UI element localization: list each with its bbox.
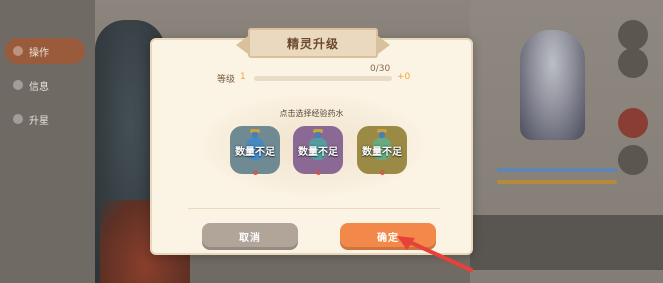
skill-card <box>470 215 663 270</box>
upgrade-dialog: 精灵升级 等级 1 0/30 +0 点击选择经验药水 数量不足 0 数量不足 0… <box>150 28 473 255</box>
sidebar-tab-label: 升星 <box>29 115 49 127</box>
potion-prompt: 点击选择经验药水 <box>279 109 344 118</box>
insufficient-label: 数量不足 <box>235 146 275 158</box>
side-tool-button[interactable] <box>618 48 648 78</box>
potion-count: 0 <box>253 169 258 177</box>
side-action-button[interactable] <box>618 108 648 138</box>
sidebar-tab-operate[interactable]: 操作 <box>5 38 85 64</box>
exp-progress-bar <box>254 76 392 81</box>
sidebar-tab-label: 信息 <box>29 81 49 93</box>
exp-potion-medium[interactable]: 数量不足 <box>293 126 343 174</box>
exp-potion-small[interactable]: 数量不足 <box>230 126 280 174</box>
character-portrait <box>520 30 585 140</box>
title-banner: 精灵升级 <box>236 28 390 58</box>
left-tab-panel: 操作 信息 升星 <box>0 0 95 283</box>
tab-icon <box>13 46 23 56</box>
level-gain: +0 <box>397 72 411 82</box>
side-menu-button[interactable] <box>618 145 648 175</box>
side-heart-button[interactable] <box>618 20 648 50</box>
pointer-arrow-icon <box>397 236 473 272</box>
sidebar-tab-label: 操作 <box>29 47 49 59</box>
tab-icon <box>13 114 23 124</box>
sidebar-tab-star-up[interactable]: 升星 <box>5 106 85 132</box>
level-label: 等级 <box>217 75 236 85</box>
tab-icon <box>13 80 23 90</box>
dialog-title: 精灵升级 <box>286 36 339 51</box>
exp-progress-text: 0/30 <box>370 64 391 74</box>
stat-bar <box>497 180 617 184</box>
sidebar-tab-info[interactable]: 信息 <box>5 72 85 98</box>
insufficient-label: 数量不足 <box>362 146 402 158</box>
potion-count: 0 <box>316 169 321 177</box>
exp-potion-large[interactable]: 数量不足 <box>357 126 407 174</box>
potion-count: 0 <box>380 169 385 177</box>
stat-bar <box>497 168 617 172</box>
insufficient-label: 数量不足 <box>298 146 338 158</box>
cancel-button[interactable]: 取消 <box>202 223 298 250</box>
current-level: 1 <box>240 72 246 82</box>
divider <box>188 208 440 209</box>
